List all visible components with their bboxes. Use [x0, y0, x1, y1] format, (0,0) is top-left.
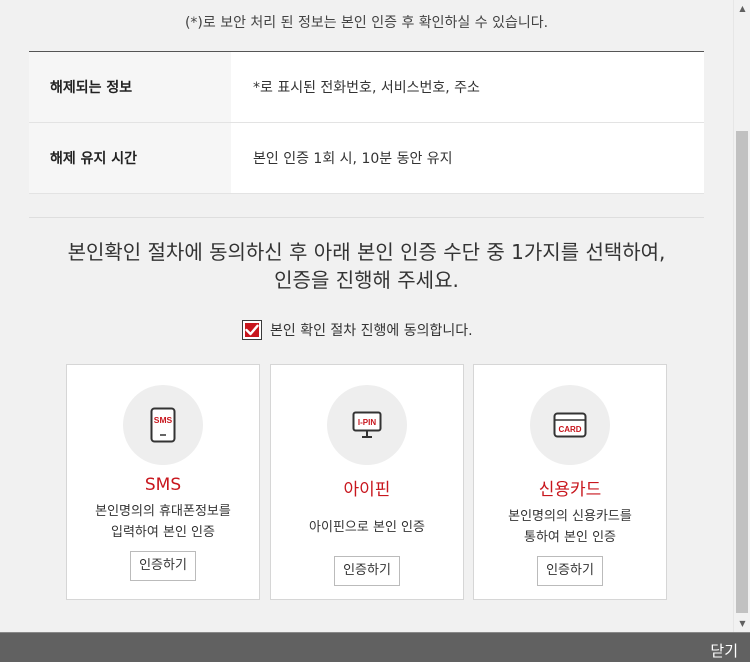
content-viewport: (*)로 보안 처리 된 정보는 본인 인증 후 확인하실 수 있습니다. 해제…: [0, 0, 733, 632]
auth-card-credit[interactable]: CARD 신용카드 본인명의의 신용카드를 통하여 본인 인증 인증하기: [473, 364, 667, 600]
card-description: 본인명의의 휴대폰정보를 입력하여 본인 인증: [67, 501, 259, 543]
ipin-verify-button[interactable]: 인증하기: [334, 556, 400, 586]
headline-line-2: 인증을 진행해 주세요.: [274, 268, 459, 292]
auth-card-sms[interactable]: SMS SMS 본인명의의 휴대폰정보를 입력하여 본인 인증 인증하기: [66, 364, 260, 600]
desc-line: 통하여 본인 인증: [524, 530, 616, 545]
desc-line: 본인명의의 신용카드를: [508, 509, 632, 524]
ipin-monitor-icon: I-PIN: [352, 411, 382, 438]
popup-footer: 닫기: [0, 632, 750, 662]
headline-line-1: 본인확인 절차에 동의하신 후 아래 본인 인증 수단 중 1가지를 선택하여,: [67, 240, 666, 264]
svg-text:CARD: CARD: [558, 425, 581, 434]
desc-line: 아이핀으로 본인 인증: [309, 519, 425, 535]
checkmark-icon: [245, 324, 259, 336]
sms-phone-icon: SMS: [150, 407, 176, 443]
scrollbar-thumb[interactable]: [736, 131, 748, 613]
card-title: 아이핀: [343, 480, 391, 500]
sms-icon-circle: SMS: [123, 385, 203, 465]
info-table: 해제되는 정보 *로 표시된 전화번호, 서비스번호, 주소 해제 유지 시간 …: [29, 51, 704, 194]
credit-card-icon: CARD: [553, 412, 587, 438]
table-row: 해제되는 정보 *로 표시된 전화번호, 서비스번호, 주소: [29, 52, 704, 123]
instruction-headline: 본인확인 절차에 동의하신 후 아래 본인 인증 수단 중 1가지를 선택하여,…: [0, 238, 733, 294]
card-title: 신용카드: [538, 480, 602, 500]
agree-label: 본인 확인 절차 진행에 동의합니다.: [270, 323, 473, 339]
row-header: 해제되는 정보: [29, 52, 231, 122]
row-value: 본인 인증 1회 시, 10분 동안 유지: [253, 151, 453, 167]
svg-text:SMS: SMS: [154, 415, 173, 425]
agree-checkbox[interactable]: [242, 320, 262, 340]
security-notice: (*)로 보안 처리 된 정보는 본인 인증 후 확인하실 수 있습니다.: [184, 15, 549, 31]
agree-checkbox-row[interactable]: 본인 확인 절차 진행에 동의합니다.: [242, 320, 473, 340]
table-row: 해제 유지 시간 본인 인증 1회 시, 10분 동안 유지: [29, 123, 704, 194]
row-header: 해제 유지 시간: [29, 123, 231, 193]
card-verify-button[interactable]: 인증하기: [537, 556, 603, 586]
scroll-down-arrow-icon[interactable]: ▼: [734, 615, 750, 632]
desc-line: 본인명의의 휴대폰정보를: [95, 504, 231, 519]
row-value: *로 표시된 전화번호, 서비스번호, 주소: [253, 80, 480, 96]
card-description: 본인명의의 신용카드를 통하여 본인 인증: [474, 506, 666, 548]
ipin-icon-circle: I-PIN: [327, 385, 407, 465]
auth-card-ipin[interactable]: I-PIN 아이핀 아이핀으로 본인 인증 인증하기: [270, 364, 464, 600]
card-title: SMS: [144, 475, 182, 495]
close-button[interactable]: 닫기: [710, 640, 738, 661]
desc-line: 입력하여 본인 인증: [111, 525, 215, 540]
scroll-up-arrow-icon[interactable]: ▲: [734, 0, 750, 17]
vertical-scrollbar[interactable]: ▲ ▼: [733, 0, 750, 632]
section-divider: [29, 217, 704, 218]
sms-verify-button[interactable]: 인증하기: [130, 551, 196, 581]
card-icon-circle: CARD: [530, 385, 610, 465]
svg-text:I-PIN: I-PIN: [358, 418, 376, 427]
card-description: 아이핀으로 본인 인증: [271, 506, 463, 548]
